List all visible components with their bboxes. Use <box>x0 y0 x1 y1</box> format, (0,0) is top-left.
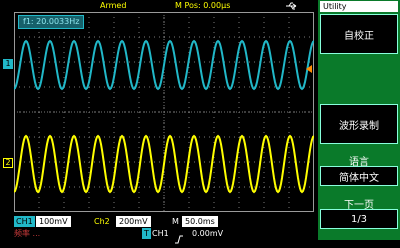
trigger-icon: T <box>142 228 151 239</box>
ch1-ground-marker[interactable]: 1 <box>3 59 13 69</box>
menu-title: Utility <box>320 1 398 12</box>
language-select[interactable]: 简体中文 <box>320 166 398 186</box>
trigger-level: 0.00mV <box>192 229 224 238</box>
ch2-label: Ch2 <box>92 216 112 227</box>
timebase-label: M <box>172 217 179 226</box>
next-page-button[interactable]: 1/3 <box>320 209 398 229</box>
trigger-source: CH1 <box>152 229 169 238</box>
horizontal-position: M Pos: 0.00µs <box>175 1 231 10</box>
ch2-volts-div: 200mV <box>116 216 151 227</box>
top-status-bar: Armed M Pos: 0.00µs <box>0 0 318 12</box>
self-calibration-button[interactable]: 自校正 <box>320 14 398 54</box>
ch2-ground-marker[interactable]: 2 <box>3 158 13 168</box>
frequency-readout: f1: 20.0033Hz <box>18 15 85 29</box>
timebase-value: 50.0ms <box>182 216 218 227</box>
ch1-volts-div: 100mV <box>36 216 71 227</box>
waveform-record-button[interactable]: 波形录制 <box>320 104 398 144</box>
trigger-level-marker[interactable] <box>306 65 312 73</box>
utility-menu: Utility 自校正 波形录制 语言 简体中文 下一页 1/3 <box>318 0 400 240</box>
rising-edge-icon <box>174 229 184 248</box>
freq-readout-partial: 频率 ... <box>14 229 41 238</box>
trigger-status: Armed <box>100 1 127 10</box>
bottom-status-bar: CH1 100mV Ch2 200mV M 50.0ms 频率 ... T CH… <box>0 214 318 244</box>
ch1-label: CH1 <box>14 216 35 227</box>
waveform-screen: f1: 20.0033Hz <box>13 12 315 212</box>
